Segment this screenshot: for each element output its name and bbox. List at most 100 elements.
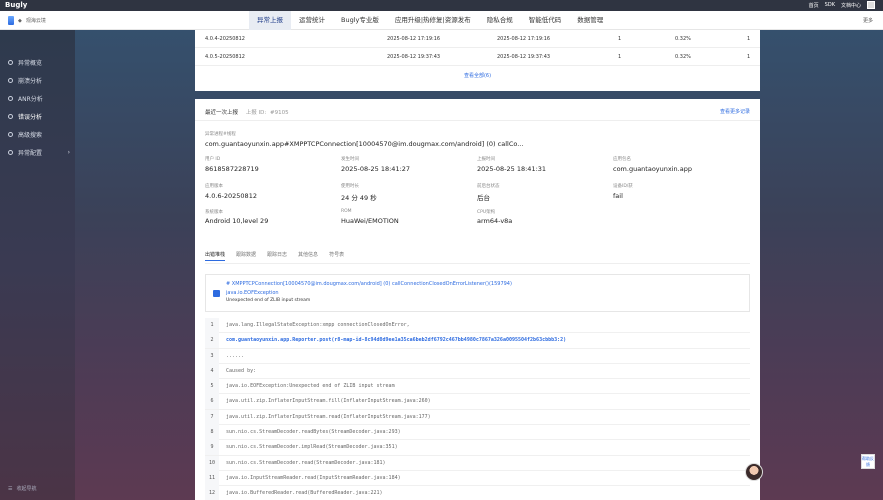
field-value: com.guantaoyunxin.app [613,165,692,173]
bugly-logo[interactable]: Bugly [5,1,27,9]
field-value: 4.0.6-20250812 [205,192,257,200]
exception-type: java.io.EOFException [226,290,279,296]
view-all-versions-link[interactable]: 查看全部(6) [195,72,760,79]
latest-report: 最近一次上报 上报 ID: #9105 查看更多记录 异常进程#线程 com.g… [195,99,760,500]
field-label: 发生时间 [341,157,359,162]
sdk-link[interactable]: SDK [825,2,835,8]
field-label: 上报时间 [477,157,495,162]
code-line: 9 sun.nio.cs.StreamDecoder.implRead(Strea… [205,440,750,456]
stack-trace: 1 java.lang.IllegalStateException:xmpp co… [205,318,750,500]
exception-message: Unexpected end of ZLIB input stream [226,298,311,303]
home-link[interactable]: 首页 [809,2,819,9]
search-icon [8,132,13,137]
sidebar-item-config[interactable]: 异常配置 › [8,148,70,157]
thread-link[interactable]: # XMPPTCPConnection[10004570@im.dougmax.… [226,281,512,287]
field-label: 应用包名 [613,157,631,162]
sidebar-item-anr[interactable]: ANR分析 [8,94,70,103]
code-line: 4 Caused by: [205,363,750,380]
field-value: 8618587228719 [205,165,259,173]
exception-label: 异常进程#线程 [205,132,236,137]
app-name: 观海云境 [25,18,46,24]
field-value: 2025-08-25 18:41:31 [477,165,547,173]
overview-icon [8,60,13,65]
docs-link[interactable]: 文档中心 [841,2,861,9]
tab-trace-data[interactable]: 跟踪数据 [236,251,256,261]
sidebar-item-label: 错误分析 [18,114,43,121]
user-avatar[interactable] [867,1,875,9]
sidebar-item-crash[interactable]: 崩溃分析 [8,76,70,85]
crash-icon [8,78,13,83]
field-label: 使用时长 [341,184,359,189]
code-line: 6 java.util.zip.InflaterInputStream.fill(… [205,394,750,410]
field-value: Android 10,level 29 [205,217,269,225]
code-line: 10 sun.nio.cs.StreamDecoder.read(StreamDe… [205,455,750,471]
field-value: arm64-v8a [477,217,513,225]
top-bar: Bugly 首页 SDK 文档中心 [0,0,883,11]
menu-icon: ☰ [8,485,13,492]
tab-stacktrace[interactable]: 出错堆栈 [205,251,226,261]
report-title: 最近一次上报 [205,110,239,116]
more-link[interactable]: 更多 [863,17,873,24]
field-value: 2025-08-25 18:41:27 [341,165,411,173]
app-icon [8,16,14,25]
field-label: 前后台状态 [477,184,500,189]
code-line: 1 java.lang.IllegalStateException:xmpp co… [205,318,750,334]
exception-value: com.guantaoyunxin.app#XMPPTCPConnection[… [205,140,524,148]
sidebar-item-label: ANR分析 [18,96,43,103]
sidebar-item-error[interactable]: 错误分析 [8,112,70,121]
code-line: 5 java.io.EOFException:Unexpected end of … [205,379,750,395]
field-value: 后台 [477,194,490,202]
code-line: 8 sun.nio.cs.StreamDecoder.readBytes(Stre… [205,425,750,441]
report-header: 最近一次上报 上报 ID: #9105 [205,108,289,116]
code-line: 12 java.io.BufferedReader.read(BufferedRe… [205,486,750,500]
tab-privacy[interactable]: 隐私合规 [479,11,521,30]
app-selector[interactable]: ◆ 观海云境 [8,16,46,25]
anr-icon [8,96,13,101]
tab-data[interactable]: 数据管理 [569,11,611,30]
sidebar-item-label: 异常配置 [18,150,43,157]
help-feedback-button[interactable]: 帮助反馈 [861,454,875,469]
field-label: ROM [341,209,352,214]
sidebar-item-label: 高级搜索 [18,132,43,139]
sidebar-item-search[interactable]: 高级搜索 [8,130,70,139]
tab-trace-log[interactable]: 跟踪日志 [267,251,287,261]
field-value: 24 分 49 秒 [341,194,377,202]
table-row: 4.0.5-20250812 2025-08-12 19:37:43 2025-… [195,48,760,66]
field-label: 设备ID/获 [613,184,633,189]
tab-other-info[interactable]: 其他信息 [298,251,318,261]
report-id-label: 上报 ID: [245,110,267,116]
tab-symbols[interactable]: 符号表 [329,251,344,261]
trace-header: # XMPPTCPConnection[10004570@im.dougmax.… [205,274,750,312]
app-dropdown-icon: ◆ [18,17,22,24]
tab-operations[interactable]: 运营统计 [291,11,333,30]
field-value: HuaWei/EMOTION [341,217,399,225]
sidebar-item-label: 崩溃分析 [18,78,43,85]
more-records-link[interactable]: 查看更多记录 [720,108,750,115]
sidebar-item-overview[interactable]: 异常概览 [8,58,70,67]
divider [205,263,750,264]
product-nav: ◆ 观海云境 异常上报 运营统计 Bugly专业版 应用升级|热修复|资源发布 … [0,11,883,30]
product-tabs: 异常上报 运营统计 Bugly专业版 应用升级|热修复|资源发布 隐私合规 智能… [249,11,611,30]
field-value: fail [613,192,623,200]
error-icon [8,114,13,119]
code-line: 3...... [205,348,750,364]
report-id: #9105 [269,110,289,116]
chevron-right-icon: › [67,149,70,156]
support-avatar[interactable] [745,463,763,481]
tab-lowcode[interactable]: 智能低代码 [521,11,570,30]
collapse-nav[interactable]: ☰ 收起导航 [8,485,37,493]
field-label: 应用版本 [205,184,223,189]
tab-bugly-pro[interactable]: Bugly专业版 [333,11,387,30]
field-label: CPU架构 [477,210,496,215]
code-line: 2 com.guantaoyunxin.app.Reporter.post(r8-… [205,333,750,349]
tab-upgrade[interactable]: 应用升级|热修复|资源发布 [387,11,479,30]
tab-crash-report[interactable]: 异常上报 [249,11,291,30]
code-line: 11 java.io.InputStreamReader.read(InputSt… [205,470,750,487]
stack-icon [213,290,220,297]
sidebar-item-label: 异常概览 [18,60,43,67]
field-label: 系统版本 [205,210,223,215]
table-row: 4.0.4-20250812 2025-08-12 17:19:16 2025-… [195,30,760,48]
code-line: 7 java.util.zip.InflaterInputStream.read(… [205,409,750,426]
version-table: 4.0.4-20250812 2025-08-12 17:19:16 2025-… [195,30,760,91]
detail-tabs: 出错堆栈 跟踪数据 跟踪日志 其他信息 符号表 [205,251,344,261]
